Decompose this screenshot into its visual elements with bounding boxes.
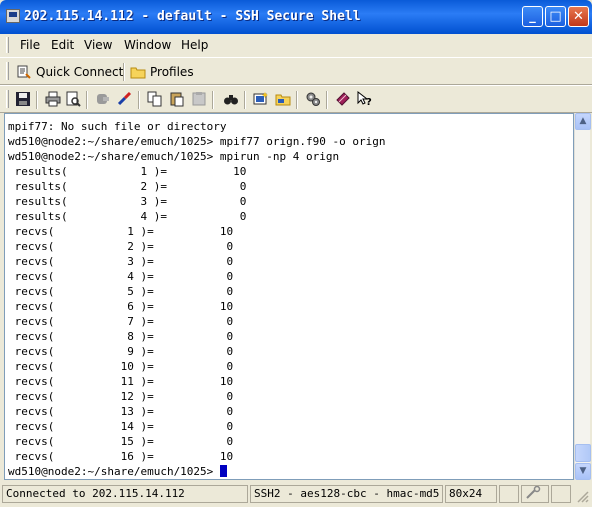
terminal-output[interactable]: mpif77: No such file or directory wd510@… [4, 113, 574, 480]
scroll-down-button[interactable]: ▼ [575, 463, 591, 480]
settings-icon[interactable] [304, 91, 322, 109]
terminal-line: results( 3 )= 0 [8, 195, 247, 208]
title-bar[interactable]: 202.115.14.112 - default - SSH Secure Sh… [0, 0, 592, 34]
print-preview-icon[interactable] [64, 91, 82, 109]
profiles-button[interactable]: Profiles [130, 64, 194, 80]
print-icon[interactable] [44, 91, 62, 109]
toolbar-separator [296, 91, 298, 109]
toolbar-separator [244, 91, 246, 109]
terminal-line: wd510@node2:~/share/emuch/1025> mpif77 o… [8, 135, 386, 148]
new-terminal-icon[interactable] [252, 91, 270, 109]
terminal-line: recvs( 1 )= 10 [8, 225, 234, 238]
resize-grip[interactable] [576, 490, 589, 503]
status-bar: Connected to 202.115.14.112 SSH2 - aes12… [0, 482, 592, 507]
find-icon[interactable] [222, 91, 240, 109]
status-icon-field [521, 485, 549, 503]
save-icon[interactable] [14, 91, 32, 109]
ssh-window: 202.115.14.112 - default - SSH Secure Sh… [0, 0, 592, 507]
quick-connect-button[interactable]: Quick Connect [16, 64, 123, 80]
terminal-line: recvs( 12 )= 0 [8, 390, 234, 403]
terminal-line: recvs( 11 )= 10 [8, 375, 234, 388]
disconnect-icon[interactable] [94, 91, 112, 109]
prompt-text: wd510@node2:~/share/emuch/1025> [8, 465, 220, 478]
connection-status: Connected to 202.115.14.112 [2, 485, 248, 503]
menu-view[interactable]: View [84, 38, 112, 52]
paste-disabled-icon[interactable] [190, 91, 208, 109]
profiles-label: Profiles [150, 65, 194, 79]
terminal-line: recvs( 5 )= 0 [8, 285, 234, 298]
terminal-line: mpif77: No such file or directory [8, 120, 227, 133]
main-toolbar: ? [0, 85, 592, 113]
close-button[interactable]: ✕ [568, 6, 589, 27]
terminal-line: recvs( 3 )= 0 [8, 255, 234, 268]
maximize-button[interactable]: □ [545, 6, 566, 27]
window-title: 202.115.14.112 - default - SSH Secure Sh… [24, 9, 361, 24]
toolbar-separator [326, 91, 328, 109]
terminal-line: recvs( 9 )= 0 [8, 345, 234, 358]
connect-icon[interactable] [116, 91, 134, 109]
toolbar-separator [212, 91, 214, 109]
quick-connect-icon [16, 64, 32, 80]
menu-bar: File Edit View Window Help [0, 34, 592, 56]
help-book-icon[interactable] [334, 91, 352, 109]
text-cursor [219, 465, 227, 477]
terminal-prompt-line: wd510@node2:~/share/emuch/1025> [8, 464, 227, 479]
terminal-line: recvs( 13 )= 0 [8, 405, 234, 418]
toolbar-separator [123, 63, 125, 81]
terminal-line: recvs( 16 )= 10 [8, 450, 234, 463]
key-status-icon [526, 486, 541, 499]
menu-file[interactable]: File [20, 38, 40, 52]
context-help-icon[interactable]: ? [356, 90, 374, 109]
menu-window[interactable]: Window [124, 38, 171, 52]
terminal-line: wd510@node2:~/share/emuch/1025> mpirun -… [8, 150, 340, 163]
terminal-size: 80x24 [445, 485, 497, 503]
ssh-app-icon[interactable] [6, 9, 20, 23]
scroll-up-button[interactable]: ▲ [575, 113, 591, 130]
toolbar-separator [86, 91, 88, 109]
vertical-scrollbar[interactable]: ▲ ▼ [574, 113, 591, 480]
minimize-button[interactable]: _ [522, 6, 543, 27]
terminal-line: recvs( 8 )= 0 [8, 330, 234, 343]
quick-connect-label: Quick Connect [36, 65, 124, 79]
toolbar-grip[interactable] [6, 62, 9, 80]
toolbar-separator [36, 91, 38, 109]
toolbar-grip[interactable] [6, 90, 9, 108]
menu-edit[interactable]: Edit [51, 38, 74, 52]
scroll-thumb[interactable] [575, 444, 591, 462]
terminal-line: results( 1 )= 10 [8, 165, 247, 178]
status-empty-field [499, 485, 519, 503]
status-empty-field [551, 485, 571, 503]
folder-icon [130, 64, 146, 80]
terminal-line: recvs( 10 )= 0 [8, 360, 234, 373]
terminal-line: results( 2 )= 0 [8, 180, 247, 193]
svg-text:?: ? [366, 97, 372, 107]
terminal-line: results( 4 )= 0 [8, 210, 247, 223]
quick-connect-toolbar: Quick Connect Profiles [0, 57, 592, 85]
terminal-line: recvs( 4 )= 0 [8, 270, 234, 283]
paste-icon[interactable] [168, 91, 186, 109]
terminal-line: recvs( 6 )= 10 [8, 300, 234, 313]
terminal-line: recvs( 15 )= 0 [8, 435, 234, 448]
cipher-status: SSH2 - aes128-cbc - hmac-md5 - none [250, 485, 443, 503]
terminal-line: recvs( 2 )= 0 [8, 240, 234, 253]
terminal-line: recvs( 7 )= 0 [8, 315, 234, 328]
terminal-line: recvs( 14 )= 0 [8, 420, 234, 433]
toolbar-separator [138, 91, 140, 109]
copy-icon[interactable] [146, 91, 164, 109]
file-transfer-icon[interactable] [274, 91, 292, 109]
menubar-grip[interactable] [6, 37, 9, 53]
menu-help[interactable]: Help [181, 38, 208, 52]
